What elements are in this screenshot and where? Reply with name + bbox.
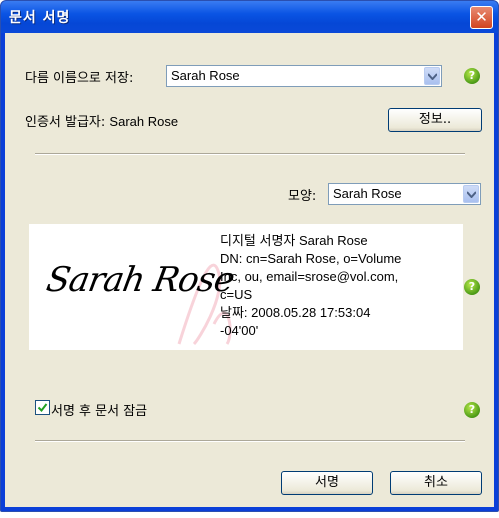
help-icon[interactable]: ? [464, 402, 480, 418]
lock-label[interactable]: 서명 후 문서 잠금 [51, 400, 147, 419]
signature-line: Inc, ou, email=srose@vol.com, [220, 269, 399, 284]
cancel-button[interactable]: 취소 [390, 471, 482, 495]
sign-as-label: 다름 이름으로 저장: [25, 71, 134, 86]
chevron-down-icon[interactable] [424, 67, 440, 85]
dialog-title: 문서 서명 [9, 10, 71, 26]
handwritten-signature: Sarah Rose [43, 260, 237, 300]
lock-checkbox[interactable] [35, 400, 50, 415]
sign-as-value: Sarah Rose [171, 68, 240, 83]
divider [35, 153, 465, 155]
help-icon[interactable]: ? [464, 68, 480, 84]
issuer-value: Sarah Rose [109, 114, 179, 129]
chevron-down-icon[interactable] [463, 185, 479, 203]
issuer-label: 인증서 발급자: Sarah Rose [25, 114, 179, 130]
signature-details: 디지털 서명자 Sarah Rose DN: cn=Sarah Rose, o=… [220, 232, 460, 340]
appearance-value: Sarah Rose [333, 186, 402, 201]
title-bar[interactable]: 문서 서명 ✕ [1, 1, 498, 33]
info-button[interactable]: 정보.. [388, 108, 482, 132]
help-icon[interactable]: ? [464, 279, 480, 295]
divider [35, 440, 465, 442]
appearance-label: 모양: [288, 189, 317, 204]
close-button[interactable]: ✕ [470, 6, 493, 29]
sign-button[interactable]: 서명 [281, 471, 373, 495]
sign-as-select[interactable]: Sarah Rose [166, 65, 442, 87]
close-icon: ✕ [475, 8, 488, 26]
signature-line: -04'00' [220, 323, 259, 338]
signature-line: DN: cn=Sarah Rose, o=Volume [220, 251, 402, 266]
appearance-select[interactable]: Sarah Rose [328, 183, 481, 205]
signature-line: 디지털 서명자 Sarah Rose [220, 233, 368, 248]
signature-line: 날짜: 2008.05.28 17:53:04 [220, 305, 371, 320]
signature-line: c=US [220, 287, 253, 302]
sign-document-dialog: 문서 서명 ✕ 다름 이름으로 저장: Sarah Rose ? 인증서 발급자… [0, 0, 499, 512]
dialog-body: 다름 이름으로 저장: Sarah Rose ? 인증서 발급자: Sarah … [5, 33, 494, 507]
